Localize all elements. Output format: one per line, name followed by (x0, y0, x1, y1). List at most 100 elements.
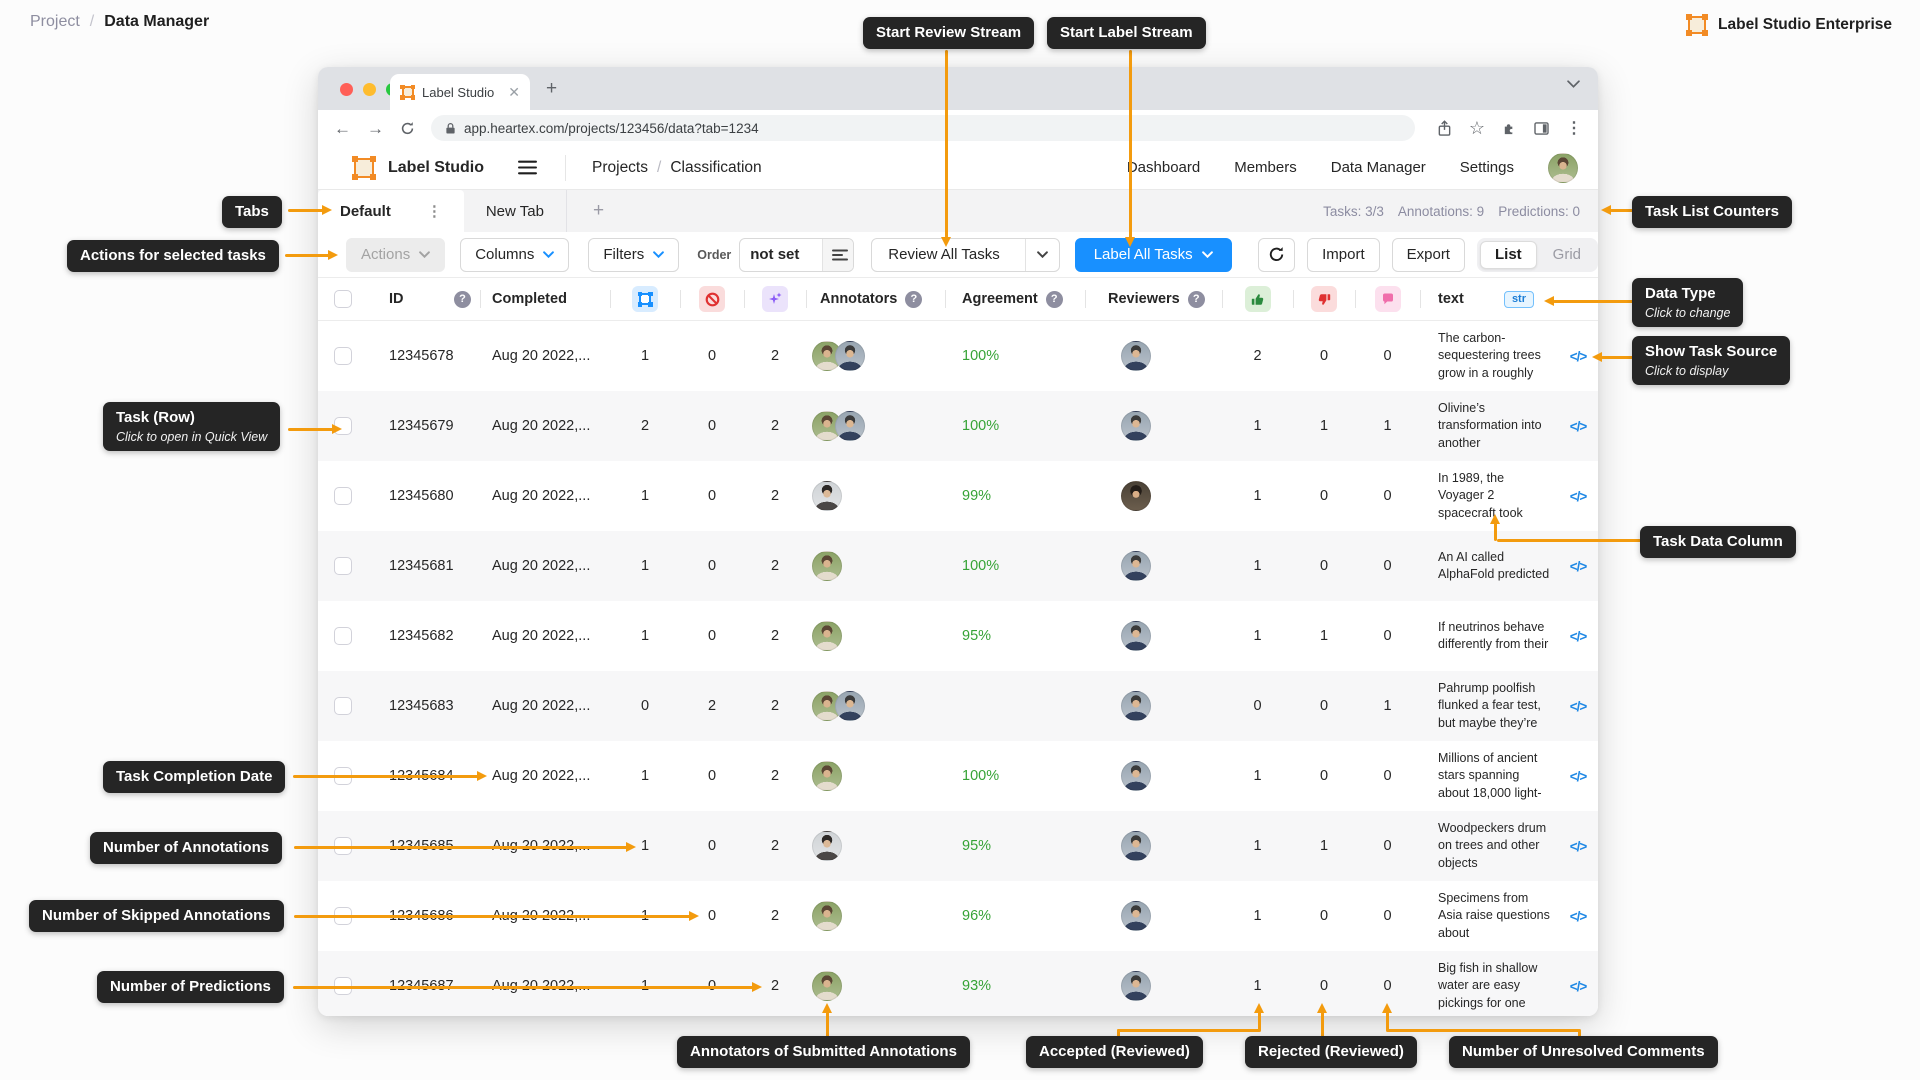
task-source-code-icon[interactable]: </> (1570, 419, 1587, 434)
extensions-puzzle-icon[interactable] (1502, 121, 1517, 136)
order-button[interactable]: not set (739, 238, 854, 272)
chevron-down-icon[interactable] (1567, 80, 1580, 88)
projects-link[interactable]: Projects (592, 159, 648, 177)
url-text: app.heartex.com/projects/123456/data?tab… (464, 121, 759, 136)
task-source-code-icon[interactable]: </> (1570, 489, 1587, 504)
view-toggle: List Grid (1477, 238, 1598, 272)
label-all-tasks-button[interactable]: Label All Tasks (1075, 238, 1232, 272)
task-source-code-icon[interactable]: </> (1570, 699, 1587, 714)
nav-link-dashboard[interactable]: Dashboard (1127, 159, 1200, 176)
reviewers (1085, 341, 1222, 371)
task-list-counters: Tasks: 3/3 Annotations: 9 Predictions: 0 (1323, 190, 1598, 232)
comments-column-comment-icon[interactable] (1375, 286, 1401, 312)
user-avatar[interactable] (1548, 153, 1578, 183)
nav-link-settings[interactable]: Settings (1460, 159, 1514, 176)
skipped-count: 0 (680, 838, 744, 854)
task-id: 12345681 (368, 558, 445, 574)
row-checkbox[interactable] (334, 697, 352, 715)
data-type-badge[interactable]: str (1504, 291, 1534, 308)
app-logo-text[interactable]: Label Studio (388, 159, 484, 177)
browser-tab[interactable]: Label Studio ✕ (390, 74, 530, 110)
back-icon[interactable]: ← (334, 120, 351, 137)
filters-button[interactable]: Filters (588, 238, 679, 272)
tab-options-kebab-icon[interactable]: ⋮ (427, 202, 442, 220)
label-studio-logo-icon (1686, 14, 1708, 36)
nav-link-members[interactable]: Members (1234, 159, 1297, 176)
row-checkbox[interactable] (334, 487, 352, 505)
task-text: Big fish in shallow water are easy picki… (1420, 960, 1558, 1012)
table-row[interactable]: 12345687Aug 20 2022,...10293%100Big fish… (318, 951, 1598, 1016)
app-logo-icon[interactable] (352, 156, 376, 180)
breadcrumb-section[interactable]: Project (30, 13, 80, 31)
tab-new-tab[interactable]: New Tab (464, 190, 566, 232)
close-tab-icon[interactable]: ✕ (508, 84, 520, 101)
callout-number-of-skipped: Number of Skipped Annotations (29, 900, 284, 932)
col-text[interactable]: text (1438, 289, 1464, 309)
close-window-icon[interactable] (340, 83, 353, 96)
table-row[interactable]: 12345680Aug 20 2022,...10299%100In 1989,… (318, 461, 1598, 531)
table-row[interactable]: 12345684Aug 20 2022,...102100%100Million… (318, 741, 1598, 811)
select-all-checkbox[interactable] (334, 290, 352, 308)
question-circle-icon[interactable]: ? (1188, 291, 1205, 308)
browser-menu-kebab-icon[interactable]: ⋮ (1566, 118, 1582, 138)
table-row[interactable]: 12345683Aug 20 2022,...022001Pahrump poo… (318, 671, 1598, 741)
reload-icon[interactable] (400, 121, 415, 136)
task-source-code-icon[interactable]: </> (1570, 979, 1587, 994)
table-row[interactable]: 12345681Aug 20 2022,...102100%100An AI c… (318, 531, 1598, 601)
row-checkbox[interactable] (334, 627, 352, 645)
predictions-column-sparkles-icon[interactable] (762, 286, 788, 312)
share-icon[interactable] (1437, 120, 1452, 137)
question-circle-icon[interactable]: ? (905, 291, 922, 308)
col-completed[interactable]: Completed (492, 291, 567, 307)
rejected-column-thumbs-down-icon[interactable] (1311, 286, 1337, 312)
task-source-code-icon[interactable]: </> (1570, 629, 1587, 644)
address-bar[interactable]: app.heartex.com/projects/123456/data?tab… (431, 115, 1415, 141)
annotators (806, 831, 945, 861)
col-annotators[interactable]: Annotators (820, 291, 897, 307)
skipped-column-cancel-icon[interactable] (699, 286, 725, 312)
tab-default[interactable]: Default ⋮ (318, 190, 464, 232)
callout-arrowhead (689, 911, 699, 921)
annotators (806, 551, 945, 581)
add-tab-icon[interactable]: + (566, 190, 630, 232)
new-tab-icon[interactable]: + (546, 79, 557, 98)
table-row[interactable]: 12345679Aug 20 2022,...202100%111Olivine… (318, 391, 1598, 461)
export-button[interactable]: Export (1392, 238, 1465, 272)
forward-icon[interactable]: → (367, 120, 384, 137)
sort-icon[interactable] (822, 239, 854, 271)
actions-button[interactable]: Actions (346, 238, 445, 272)
annotators (806, 481, 945, 511)
table-row[interactable]: 12345682Aug 20 2022,...10295%110If neutr… (318, 601, 1598, 671)
callout-arrowhead (1254, 1003, 1264, 1013)
question-circle-icon[interactable]: ? (454, 291, 471, 308)
bookmark-star-icon[interactable]: ☆ (1469, 118, 1485, 139)
accepted-column-thumbs-up-icon[interactable] (1245, 286, 1271, 312)
reviewer-avatar (1121, 971, 1151, 1001)
question-circle-icon[interactable]: ? (1046, 291, 1063, 308)
side-panel-icon[interactable] (1534, 122, 1549, 135)
comments-count: 0 (1355, 978, 1420, 994)
annotations-column-icon[interactable] (632, 286, 658, 312)
grid-view-button[interactable]: Grid (1539, 241, 1595, 269)
reviewer-avatar (1121, 761, 1151, 791)
row-checkbox[interactable] (334, 347, 352, 365)
minimize-window-icon[interactable] (363, 83, 376, 96)
import-button[interactable]: Import (1307, 238, 1380, 272)
task-source-code-icon[interactable]: </> (1570, 769, 1587, 784)
row-checkbox[interactable] (334, 557, 352, 575)
refresh-button[interactable] (1258, 238, 1295, 272)
col-reviewers[interactable]: Reviewers (1108, 291, 1180, 307)
task-source-code-icon[interactable]: </> (1570, 839, 1587, 854)
task-source-code-icon[interactable]: </> (1570, 559, 1587, 574)
columns-button[interactable]: Columns (460, 238, 569, 272)
review-options-chevron-icon[interactable] (1025, 239, 1059, 271)
hamburger-icon[interactable] (518, 160, 537, 175)
table-row[interactable]: 12345678Aug 20 2022,...102100%200The car… (318, 321, 1598, 391)
list-view-button[interactable]: List (1480, 241, 1537, 269)
col-id[interactable]: ID (389, 291, 404, 307)
col-agreement[interactable]: Agreement (962, 291, 1038, 307)
task-source-code-icon[interactable]: </> (1570, 909, 1587, 924)
review-all-tasks-button[interactable]: Review All Tasks (871, 238, 1059, 272)
nav-link-data-manager[interactable]: Data Manager (1331, 159, 1426, 176)
task-source-code-icon[interactable]: </> (1570, 349, 1587, 364)
